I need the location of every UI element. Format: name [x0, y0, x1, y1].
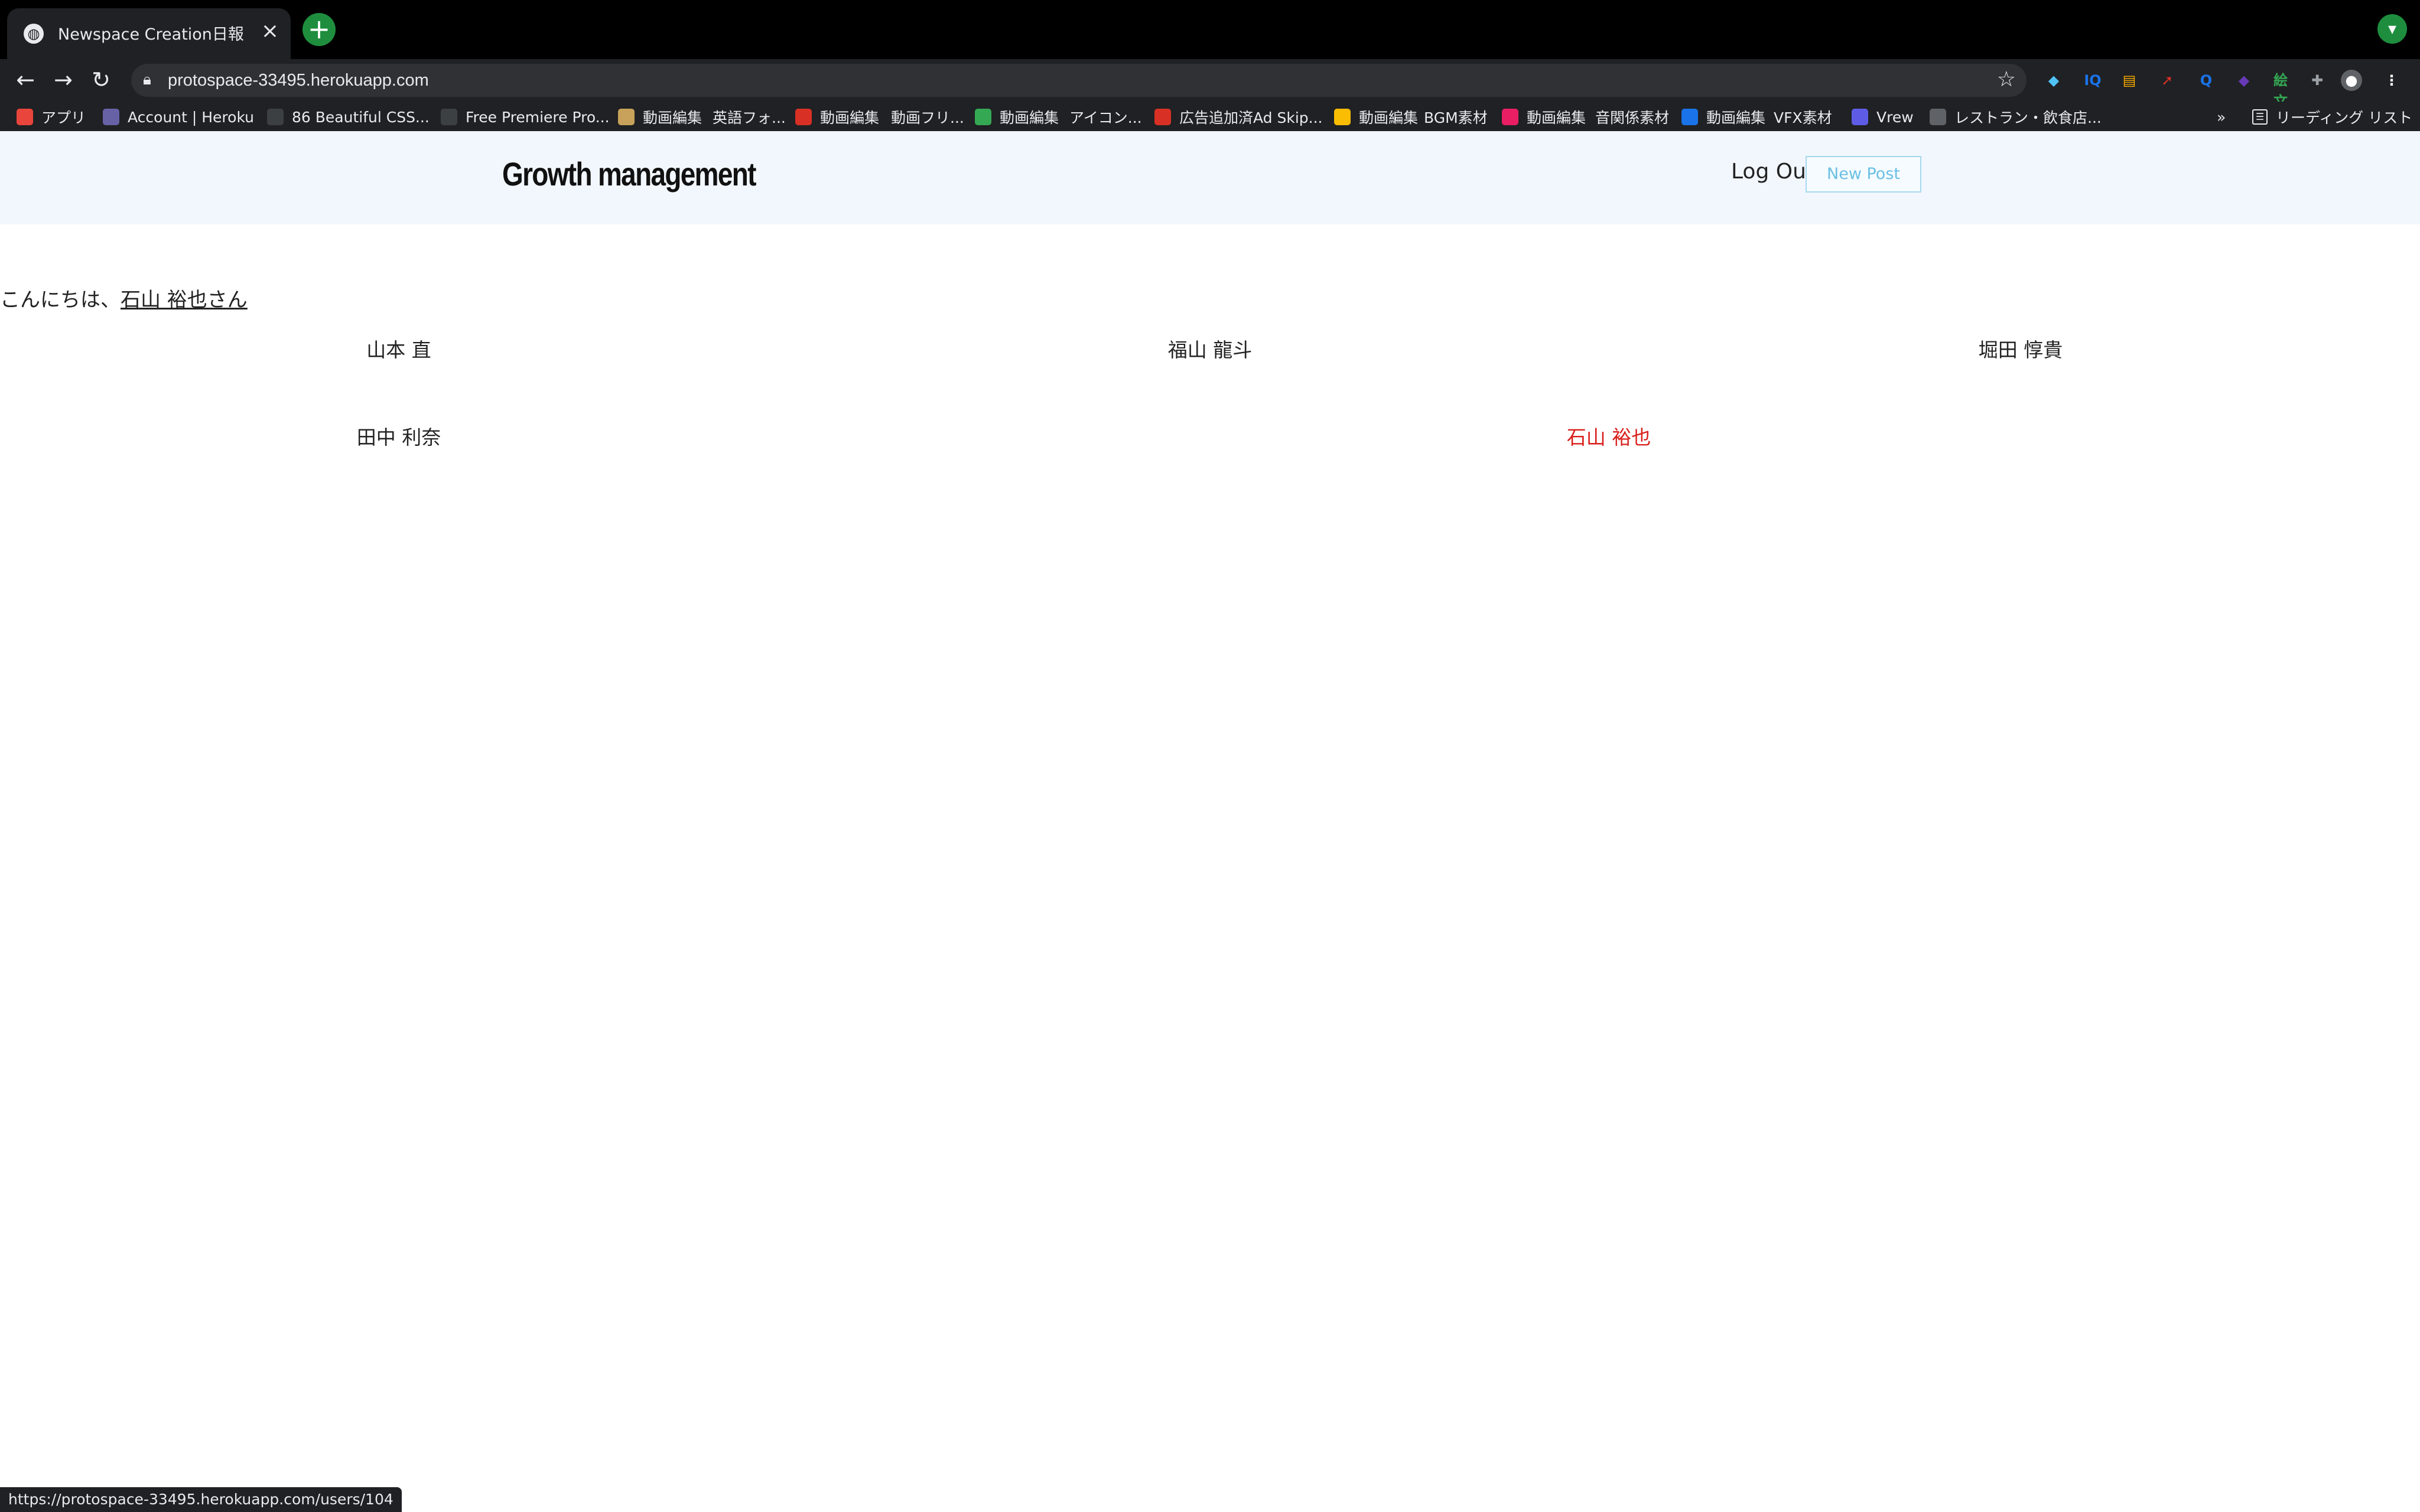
new-tab-button[interactable]: + — [302, 13, 336, 46]
pink-circle-icon — [1502, 109, 1518, 125]
bookmark-label: 広告追加済Ad Skip... — [1179, 109, 1323, 126]
css-icon — [267, 109, 284, 125]
bookmark-item[interactable]: アプリ — [17, 106, 86, 128]
user-link[interactable]: 田中 利奈 — [357, 422, 441, 450]
browser-toolbar: ← → ↻ 🔒︎ protospace-33495.herokuapp.com … — [0, 59, 2420, 110]
diamond-icon[interactable]: ◆ — [2043, 70, 2064, 91]
bookmark-item[interactable]: BGM素材 — [1424, 106, 1488, 128]
bookmark-label: 86 Beautiful CSS... — [292, 108, 430, 126]
bookmark-label: 動画編集 — [820, 109, 880, 126]
tab-title: Newspace Creation日報 — [58, 25, 244, 44]
bookmark-item[interactable]: Free Premiere Pro... — [441, 106, 610, 128]
bookmark-item[interactable]: Vrew — [1852, 106, 1914, 128]
m-icon — [441, 109, 457, 125]
video-icon — [618, 109, 635, 125]
iq-icon[interactable]: IQ — [2082, 70, 2103, 91]
v-green-icon — [975, 109, 991, 125]
bookmark-label: 動画編集 — [643, 109, 702, 126]
triangle-icon — [1334, 109, 1351, 125]
reading-list-icon: ☰ — [2252, 109, 2268, 125]
bookmark-item[interactable]: 動画編集 — [1681, 106, 1765, 128]
v-blue-icon — [1681, 109, 1698, 125]
bookmark-label: Vrew — [1876, 108, 1914, 126]
bookmark-label: Account | Heroku — [128, 108, 255, 126]
bookmark-item[interactable]: 動画編集 — [1334, 106, 1418, 128]
bookmark-item[interactable]: 86 Beautiful CSS... — [267, 106, 430, 128]
user-link-current[interactable]: 石山 裕也 — [1567, 422, 1651, 450]
tab-search-icon[interactable]: ▾ — [2377, 14, 2407, 44]
bookmark-item[interactable]: アイコン... — [1069, 106, 1142, 128]
vrew-icon — [1852, 109, 1868, 125]
bookmark-label: アイコン... — [1069, 109, 1142, 126]
bookmark-label: 動画編集 — [1000, 109, 1059, 126]
bookmark-item[interactable]: レストラン・飲食店... — [1930, 106, 2102, 128]
lock-icon: 🔒︎ — [143, 71, 151, 89]
stack-icon[interactable]: ▤ — [2119, 70, 2140, 91]
user-link[interactable]: 堀田 惇貴 — [1979, 334, 2063, 363]
bookmark-label: 動画編集 — [1706, 109, 1766, 126]
bookmark-item[interactable]: 動画編集 — [975, 106, 1059, 128]
logout-link[interactable]: Log Out — [1731, 159, 1814, 184]
user-link[interactable]: 山本 直 — [366, 334, 431, 363]
bookmark-label: アプリ — [41, 109, 86, 126]
puzzle-icon[interactable]: ✚ — [2307, 70, 2328, 91]
bookmark-label: レストラン・飲食店... — [1954, 109, 2102, 126]
bookmark-label: 英語フォ... — [713, 109, 786, 126]
globe-icon: ◍ — [24, 24, 44, 44]
bookmark-item[interactable]: Account | Heroku — [103, 106, 254, 128]
apps-grid-icon — [17, 109, 33, 125]
heroku-icon — [103, 109, 119, 125]
back-arrow-icon[interactable]: ← — [11, 65, 40, 94]
shapes-icon[interactable]: ◆ — [2233, 70, 2255, 91]
bookmark-item[interactable]: 音関係素材 — [1595, 106, 1669, 128]
user-link[interactable]: 福山 龍斗 — [1168, 334, 1253, 363]
profile-avatar[interactable]: ● — [2341, 70, 2362, 91]
greeting-prefix: こんにちは、 — [0, 288, 121, 312]
site-title-link[interactable]: Growth management — [502, 155, 756, 193]
more-bookmarks-chevron[interactable]: » — [2217, 106, 2226, 128]
menu-kebab-icon[interactable]: ⋮ — [2381, 70, 2402, 91]
browser-tab[interactable]: ◍ Newspace Creation日報 × — [7, 8, 291, 59]
address-url[interactable]: protospace-33495.herokuapp.com — [168, 71, 429, 90]
bookmark-label: 動画フリ... — [891, 109, 964, 126]
bookmark-label: 動画編集 — [1527, 109, 1586, 126]
reading-list-button[interactable]: ☰ リーディング リスト — [2252, 106, 2412, 128]
bookmark-label: BGM素材 — [1424, 109, 1488, 126]
bookmark-item[interactable]: VFX素材 — [1774, 106, 1832, 128]
address-bar[interactable]: 🔒︎ protospace-33495.herokuapp.com ☆ — [131, 64, 2027, 97]
reading-list-label: リーディング リスト — [2276, 109, 2413, 126]
new-post-button[interactable]: New Post — [1806, 156, 1921, 193]
ad-icon — [1154, 109, 1171, 125]
bookmark-label: 音関係素材 — [1595, 109, 1670, 126]
status-bar-url: https://protospace-33495.herokuapp.com/u… — [0, 1487, 402, 1512]
bookmark-item[interactable]: 英語フォ... — [713, 106, 786, 128]
m-red-icon — [795, 109, 812, 125]
bookmark-item[interactable]: 動画編集 — [1502, 106, 1586, 128]
greeting: こんにちは、石山 裕也さん — [0, 284, 248, 312]
bookmark-item[interactable]: 広告追加済Ad Skip... — [1154, 106, 1322, 128]
reload-icon[interactable]: ↻ — [86, 65, 116, 94]
translate-icon[interactable]: 絵文 — [2270, 70, 2291, 110]
bookmark-star-icon[interactable]: ☆ — [1997, 67, 2016, 92]
bookmark-item[interactable]: 動画フリ... — [891, 106, 964, 128]
browser-chrome: ◍ Newspace Creation日報 × + ▾ ← → ↻ 🔒︎ pro… — [0, 0, 2420, 131]
close-tab-icon[interactable]: × — [261, 19, 279, 43]
web-page: Growth management Log Out New Post こんにちは… — [0, 131, 2420, 1512]
s-icon — [1930, 109, 1946, 125]
forward-arrow-icon[interactable]: → — [48, 65, 78, 94]
current-user-link[interactable]: 石山 裕也さん — [121, 288, 248, 312]
bookmark-label: Free Premiere Pro... — [466, 108, 610, 126]
bookmark-item[interactable]: 動画編集 — [618, 106, 702, 128]
bookmark-label: VFX素材 — [1774, 109, 1832, 126]
bookmarks-bar: アプリ Account | Heroku 86 Beautiful CSS... Fr… — [0, 102, 2420, 131]
search-badge-icon[interactable]: Q — [2195, 70, 2217, 91]
site-header: Growth management Log Out New Post — [0, 131, 2420, 224]
bookmark-item[interactable]: 動画編集 — [795, 106, 879, 128]
tab-strip: ◍ Newspace Creation日報 × + ▾ — [0, 0, 2420, 59]
rocket-icon[interactable]: ➚ — [2156, 70, 2178, 91]
bookmark-label: 動画編集 — [1359, 109, 1419, 126]
